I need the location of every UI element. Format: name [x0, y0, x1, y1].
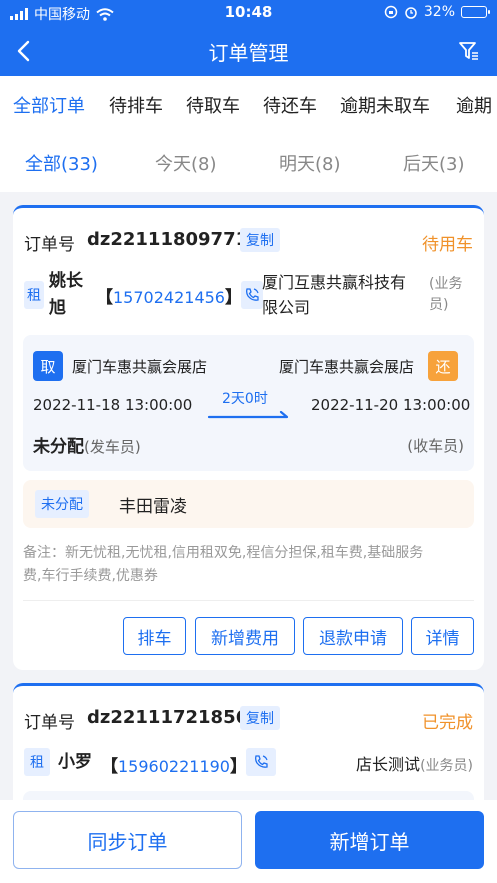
bottom-action-bar: 同步订单 新增订单 — [0, 800, 497, 883]
subtab-today[interactable]: 今天(8) — [155, 150, 217, 176]
subtab-all[interactable]: 全部(33) — [25, 150, 98, 176]
battery-icon — [461, 6, 490, 18]
vehicle-box: 未分配 丰田雷凌 — [23, 480, 474, 528]
vehicle-status-tag: 未分配 — [35, 490, 89, 518]
status-badge: 待用车 — [422, 235, 473, 255]
tab-overdue[interactable]: 逾期 — [456, 92, 492, 118]
customer-phone-row: 【15702421456】 — [96, 288, 242, 308]
tab-overdue-not-picked[interactable]: 逾期未取车 — [340, 92, 430, 118]
refund-request-button[interactable]: 退款申请 — [303, 617, 403, 655]
tab-to-pickup[interactable]: 待取车 — [186, 92, 240, 118]
customer-name: 姚长 旭 — [49, 271, 83, 318]
pickup-time: 2022-11-18 13:00:00 — [33, 396, 193, 414]
filter-icon[interactable] — [457, 39, 481, 63]
status-bar: 中国移动 10:48 32% — [0, 0, 497, 26]
copy-button[interactable]: 复制 — [240, 228, 280, 252]
tab-all-orders[interactable]: 全部订单 — [13, 92, 85, 118]
company-name: 店长测试 — [356, 755, 421, 774]
pickup-badge: 取 — [33, 351, 63, 381]
subtab-tomorrow[interactable]: 明天(8) — [279, 150, 341, 176]
status-badge: 已完成 — [422, 713, 473, 733]
arrow-right-icon — [207, 410, 289, 419]
subtab-day-after[interactable]: 后天(3) — [403, 150, 465, 176]
customer-phone[interactable]: 15702421456 — [113, 288, 225, 307]
company-name: 厦门互惠共赢科技有 限公司 — [262, 273, 407, 317]
order-card[interactable]: 订单号 dz221118097718 复制 待用车 租 姚长 旭 【157024… — [13, 205, 484, 670]
company-role: (业务 员) — [429, 276, 463, 313]
order-number: dz221117218566 — [87, 707, 261, 728]
add-fee-button[interactable]: 新增费用 — [195, 617, 295, 655]
return-time: 2022-11-20 13:00:00 — [311, 396, 471, 414]
divider — [23, 600, 474, 601]
customer-phone[interactable]: 15960221190 — [118, 757, 230, 776]
sync-orders-button[interactable]: 同步订单 — [13, 811, 242, 869]
order-remark: 备注：新无忧租,无忧租,信用租双免,程信分担保,租车费,基础服务 费,车行手续费… — [23, 545, 424, 584]
dispatcher-role: (发车员) — [84, 438, 141, 456]
details-button[interactable]: 详情 — [411, 617, 474, 655]
nav-bar: 订单管理 — [0, 26, 497, 76]
copy-button[interactable]: 复制 — [240, 706, 280, 730]
route-box: 取 厦门车惠共赢会展店 厦门车惠共赢会展店 还 2022-11-18 13:00… — [23, 335, 474, 471]
return-store: 厦门车惠共赢会展店 — [279, 358, 415, 376]
battery-percent: 32% — [423, 4, 455, 20]
dispatch-button[interactable]: 排车 — [123, 617, 186, 655]
receiver-role: (收车员) — [407, 437, 464, 455]
vehicle-model: 丰田雷凌 — [119, 497, 187, 517]
company-role: (业务员) — [420, 758, 473, 774]
pickup-store: 厦门车惠共赢会展店 — [72, 358, 208, 376]
dispatch-status: 未分配 — [33, 437, 84, 457]
rotation-lock-icon — [384, 5, 398, 19]
date-tabs: 全部(33) 今天(8) 明天(8) 后天(3) — [0, 136, 497, 192]
phone-call-icon[interactable] — [241, 281, 263, 309]
header: 中国移动 10:48 32% 订单管理 — [0, 0, 497, 76]
alarm-icon — [405, 7, 417, 19]
company-row: 店长测试(业务员) — [356, 752, 473, 777]
customer-phone-row: 【15960221190】 — [101, 757, 247, 777]
phone-call-icon[interactable] — [246, 748, 276, 776]
dispatcher-row: 未分配(发车员) — [33, 432, 141, 457]
order-no-label: 订单号 — [24, 713, 75, 733]
tab-to-dispatch[interactable]: 待排车 — [109, 92, 163, 118]
page-title: 订单管理 — [208, 41, 289, 65]
order-number: dz221118097718 — [87, 229, 261, 250]
customer-name: 小罗 — [58, 752, 92, 772]
rental-tag: 租 — [24, 281, 44, 309]
tab-to-return[interactable]: 待还车 — [263, 92, 317, 118]
rental-tag: 租 — [24, 748, 50, 776]
return-badge: 还 — [428, 351, 458, 381]
new-order-button[interactable]: 新增订单 — [255, 811, 484, 869]
rental-duration: 2天0时 — [222, 391, 268, 407]
order-status-tabs: 全部订单 待排车 待取车 待还车 逾期未取车 逾期 — [0, 76, 497, 136]
order-no-label: 订单号 — [24, 235, 75, 255]
